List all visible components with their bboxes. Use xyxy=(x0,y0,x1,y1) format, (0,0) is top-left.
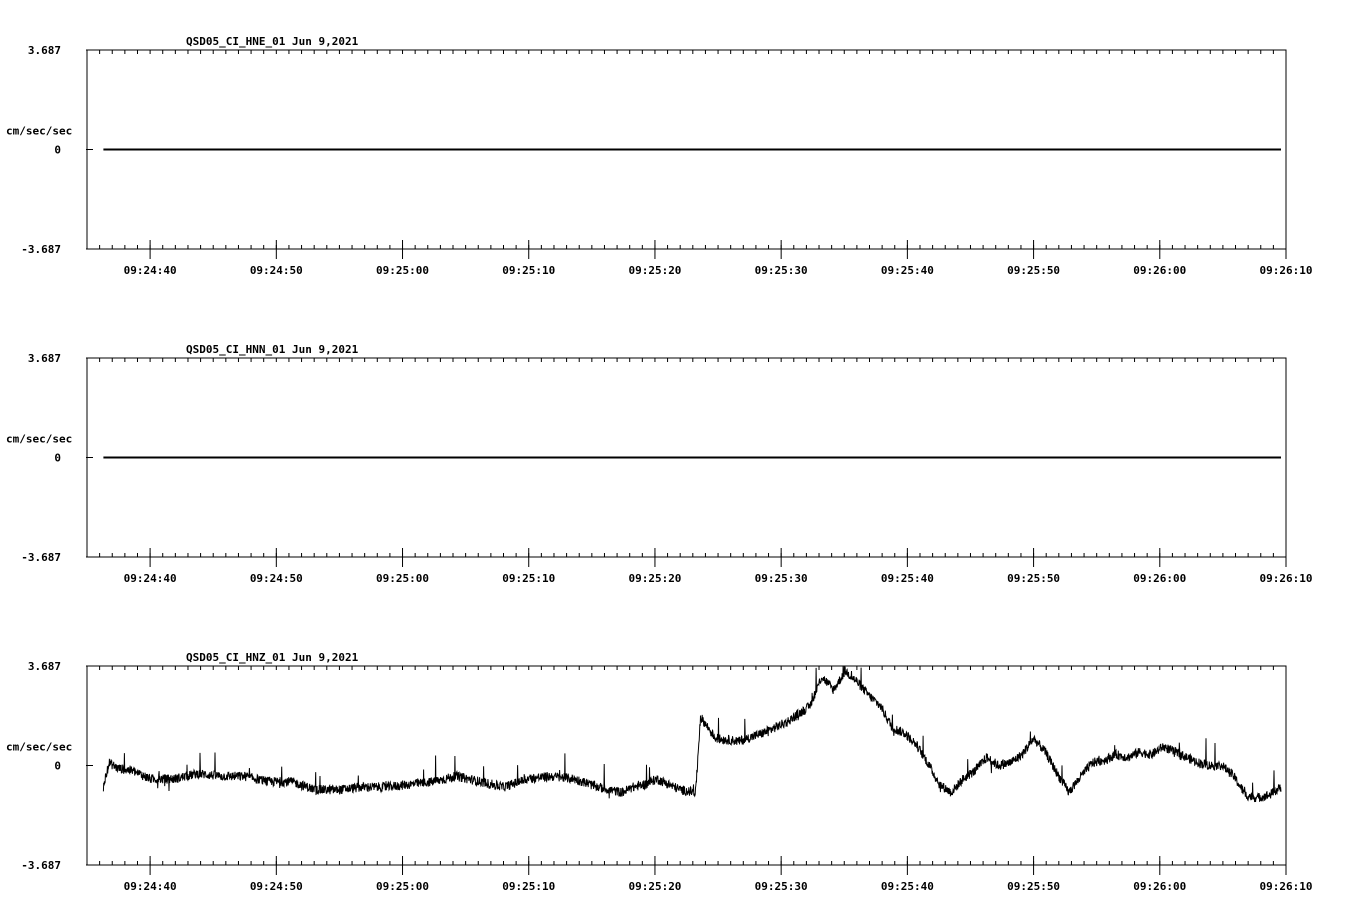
x-tick-label: 09:25:30 xyxy=(755,572,808,585)
x-tick-label: 09:25:10 xyxy=(502,880,555,893)
x-tick-label: 09:25:20 xyxy=(628,264,681,277)
y-tick-label: 0 xyxy=(54,452,61,465)
y-tick-label: -3.687 xyxy=(21,859,61,872)
x-tick-label: 09:24:40 xyxy=(124,572,177,585)
y-axis-label: cm/sec/sec xyxy=(6,433,72,446)
x-tick-label: 09:25:40 xyxy=(881,880,934,893)
x-tick-label: 09:25:40 xyxy=(881,264,934,277)
x-tick-label: 09:26:10 xyxy=(1260,264,1313,277)
y-tick-label: 0 xyxy=(54,760,61,773)
x-tick-label: 09:25:00 xyxy=(376,572,429,585)
x-tick-label: 09:25:30 xyxy=(755,880,808,893)
x-tick-label: 09:25:50 xyxy=(1007,572,1060,585)
trace-line xyxy=(102,665,1282,803)
y-tick-label: 3.687 xyxy=(28,352,61,365)
panel-3: QSD05_CI_HNZ_01 Jun 9,2021 3.687 0 -3.687 cm… xyxy=(6,651,1312,893)
x-tick-label: 09:24:50 xyxy=(250,880,303,893)
panel-1: QSD05_CI_HNE_01 Jun 9,2021 3.687 0 -3.687 cm… xyxy=(6,35,1312,277)
x-tick-label: 09:25:10 xyxy=(502,264,555,277)
x-tick-label: 09:25:40 xyxy=(881,572,934,585)
x-tick-label: 09:25:50 xyxy=(1007,264,1060,277)
chart-title: QSD05_CI_HNE_01 Jun 9,2021 xyxy=(186,35,359,48)
x-tick-label: 09:26:10 xyxy=(1260,880,1313,893)
x-tick-label: 09:25:20 xyxy=(628,880,681,893)
x-tick-label: 09:24:50 xyxy=(250,264,303,277)
x-tick-label: 09:24:40 xyxy=(124,880,177,893)
x-tick-label: 09:24:40 xyxy=(124,264,177,277)
y-tick-label: -3.687 xyxy=(21,551,61,564)
x-tick-label: 09:26:00 xyxy=(1133,572,1186,585)
panel-2: QSD05_CI_HNN_01 Jun 9,2021 3.687 0 -3.687 cm… xyxy=(6,343,1312,585)
plot-frame xyxy=(86,665,1287,866)
x-tick-label: 09:25:00 xyxy=(376,264,429,277)
x-tick-label: 09:26:00 xyxy=(1133,264,1186,277)
x-tick-label: 09:25:10 xyxy=(502,572,555,585)
y-axis-label: cm/sec/sec xyxy=(6,741,72,754)
x-tick-label: 09:26:00 xyxy=(1133,880,1186,893)
chart-title: QSD05_CI_HNN_01 Jun 9,2021 xyxy=(186,343,359,356)
x-tick-label: 09:26:10 xyxy=(1260,572,1313,585)
y-tick-label: -3.687 xyxy=(21,243,61,256)
y-tick-label: 3.687 xyxy=(28,44,61,57)
seismogram-figure: QSD05_CI_HNE_01 Jun 9,2021 3.687 0 -3.687 cm… xyxy=(6,35,1312,893)
chart-title: QSD05_CI_HNZ_01 Jun 9,2021 xyxy=(186,651,359,664)
x-tick-label: 09:25:50 xyxy=(1007,880,1060,893)
y-tick-label: 0 xyxy=(54,144,61,157)
x-tick-label: 09:25:20 xyxy=(628,572,681,585)
x-tick-label: 09:24:50 xyxy=(250,572,303,585)
y-axis-label: cm/sec/sec xyxy=(6,125,72,138)
x-tick-label: 09:25:30 xyxy=(755,264,808,277)
y-tick-label: 3.687 xyxy=(28,660,61,673)
x-tick-label: 09:25:00 xyxy=(376,880,429,893)
